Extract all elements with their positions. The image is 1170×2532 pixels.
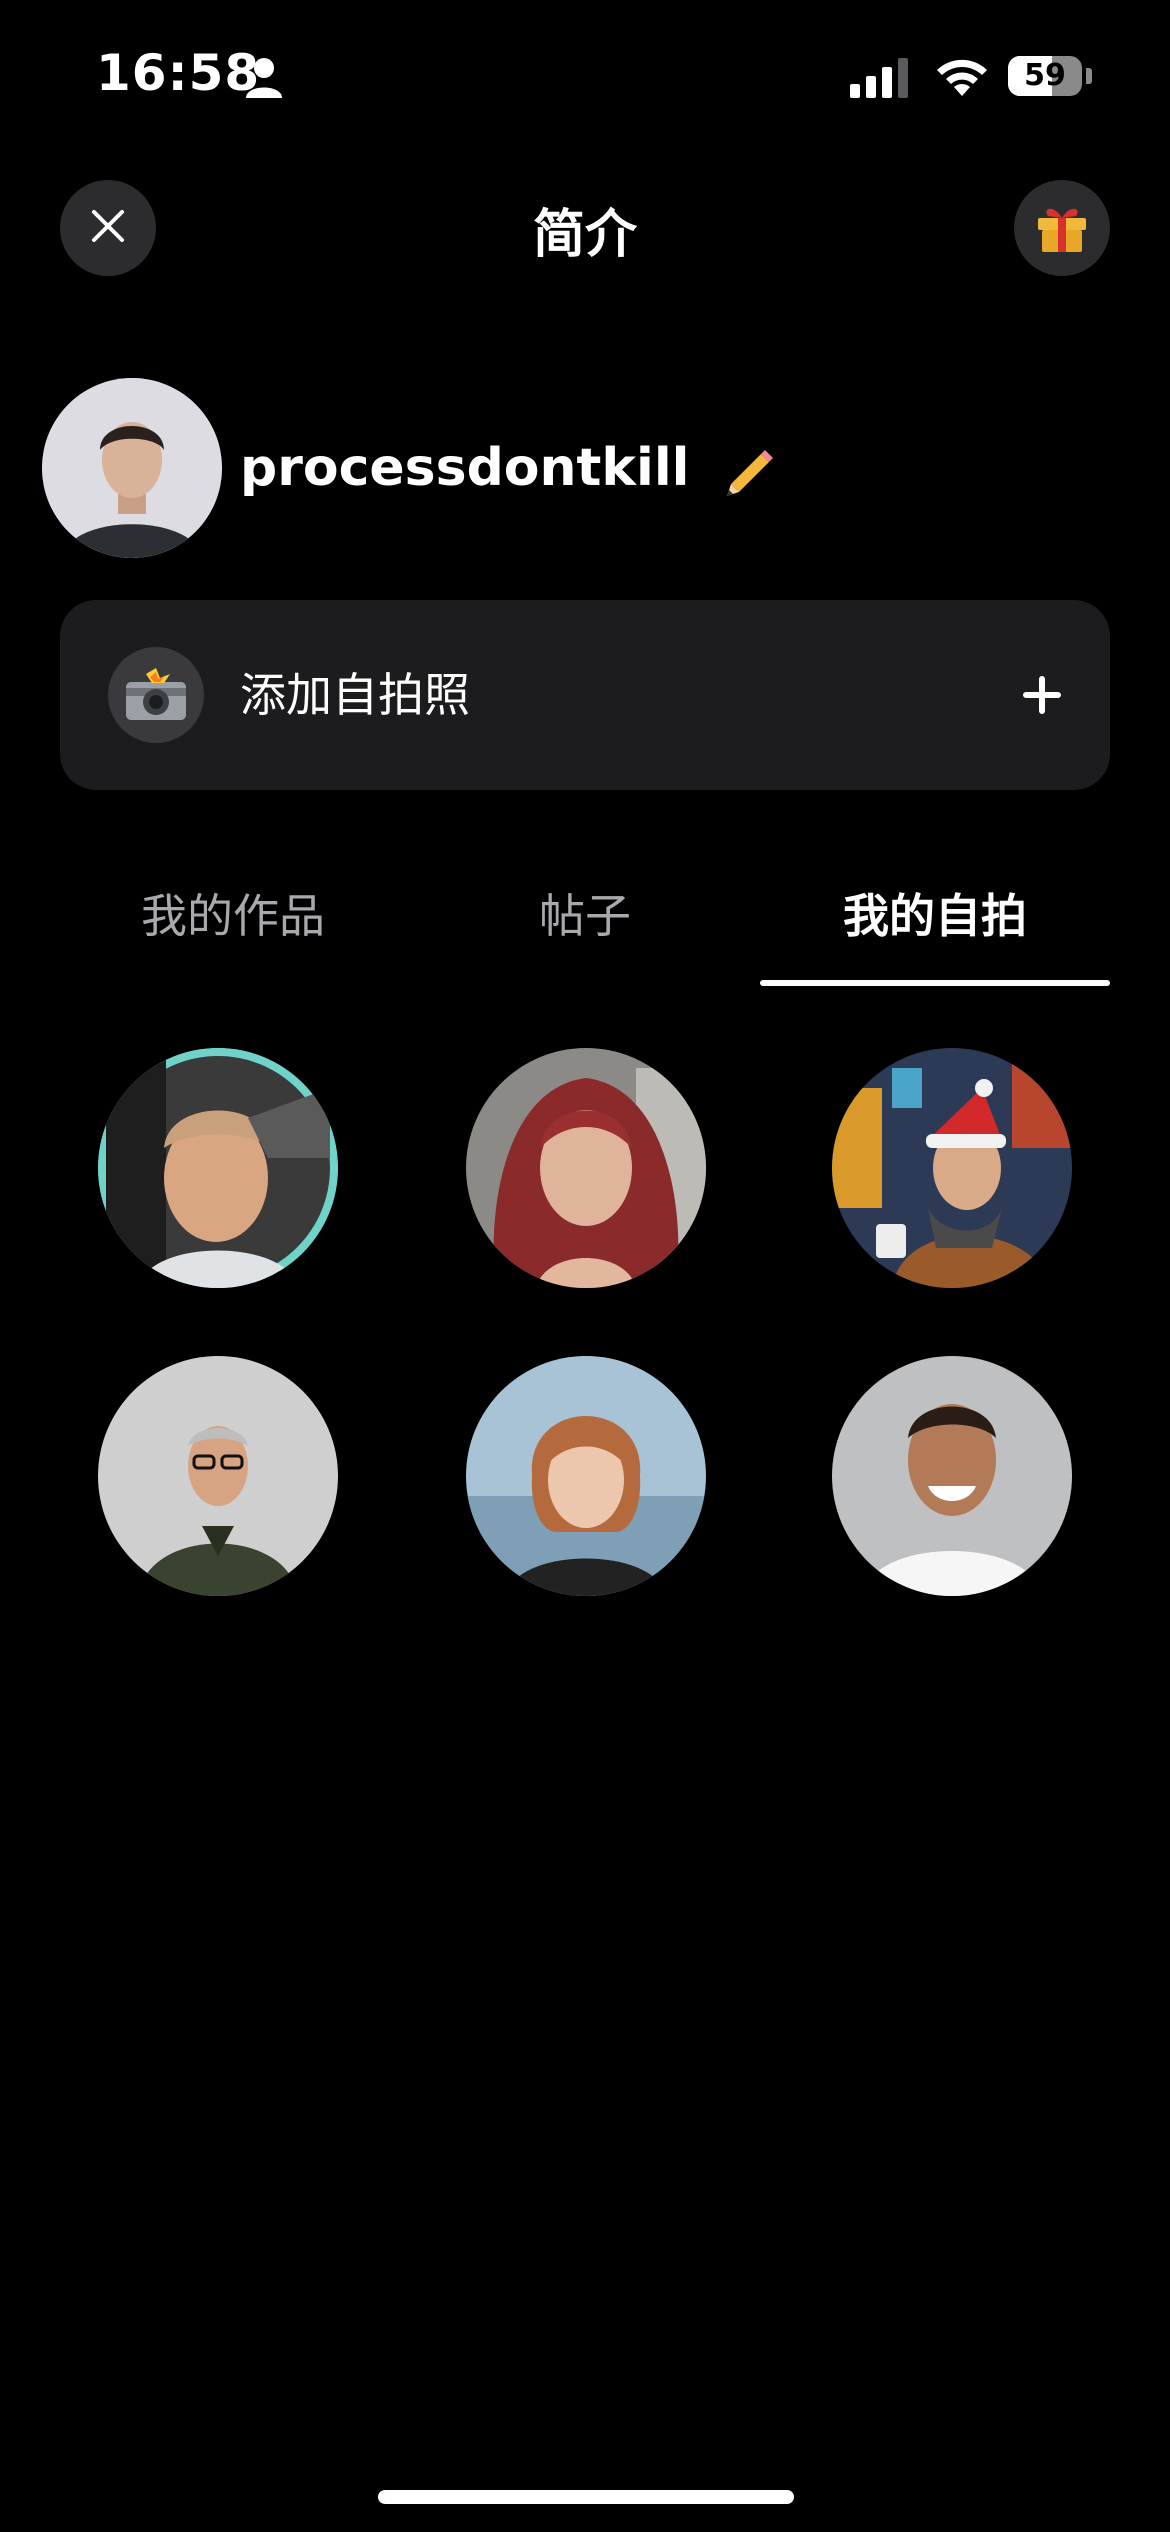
home-indicator[interactable]: [378, 2490, 794, 2504]
selfie-thumbnail[interactable]: [466, 1356, 706, 1596]
selfie-thumbnail-selected[interactable]: [98, 1048, 338, 1288]
wifi-icon: [934, 54, 990, 98]
cellular-signal-icon: [850, 58, 912, 98]
gift-button[interactable]: [1014, 180, 1110, 276]
add-selfie-label: 添加自拍照: [240, 668, 470, 722]
gift-icon: [1032, 196, 1092, 260]
battery-icon: 59: [1008, 56, 1082, 96]
battery-percentage: 59: [1024, 58, 1066, 93]
pencil-icon[interactable]: [717, 438, 777, 498]
username-row[interactable]: processdontkill: [240, 430, 777, 506]
tab-my-selfies[interactable]: 我的自拍: [760, 880, 1110, 946]
camera-flash-icon: [108, 647, 204, 743]
tab-posts[interactable]: 帖子: [410, 880, 760, 946]
selfie-thumbnail[interactable]: [98, 1356, 338, 1596]
selfie-thumbnail[interactable]: [832, 1048, 1072, 1288]
person-icon: [244, 56, 284, 100]
username: processdontkill: [240, 438, 690, 498]
status-time: 16:58: [96, 44, 261, 102]
page-title: 简介: [532, 205, 637, 265]
avatar[interactable]: [42, 378, 222, 558]
active-tab-indicator: [760, 980, 1110, 986]
plus-icon[interactable]: [1022, 675, 1062, 715]
tab-my-works[interactable]: 我的作品: [58, 880, 408, 946]
selfie-thumbnail[interactable]: [832, 1356, 1072, 1596]
battery-nub: [1086, 68, 1092, 84]
add-selfie-card[interactable]: 添加自拍照: [60, 600, 1110, 790]
selfie-thumbnail[interactable]: [466, 1048, 706, 1288]
